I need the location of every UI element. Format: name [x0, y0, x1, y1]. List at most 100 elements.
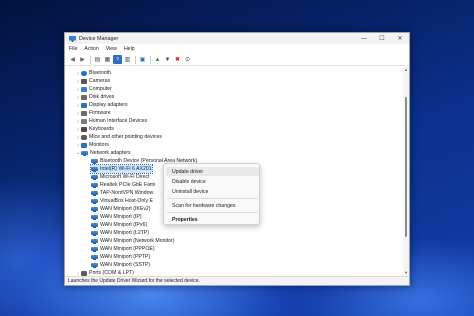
properties-icon[interactable]: ▦	[103, 55, 112, 64]
menu-help[interactable]: Help	[124, 46, 135, 52]
tree-view-icon[interactable]: ▤	[93, 55, 102, 64]
keyboard-icon	[81, 126, 87, 132]
device-label: WAN Miniport (IPv6)	[100, 222, 148, 228]
network-adapter-item[interactable]: WAN Miniport (Network Monitor)	[91, 237, 174, 245]
toolbar-separator	[90, 55, 91, 64]
network-adapter-item[interactable]: VirtualBox Host-Only E	[91, 197, 153, 205]
device-label: Realtek PCIe GbE Fami	[100, 182, 156, 188]
minimize-button[interactable]: —	[355, 33, 373, 44]
scan-hardware-icon[interactable]: ⊙	[183, 55, 192, 64]
network-adapter-icon	[91, 174, 98, 180]
context-scan-hardware[interactable]: Scan for hardware changes	[166, 201, 259, 210]
tree-category-label: Display adapters	[89, 102, 128, 108]
tree-category-cameras[interactable]: › Cameras	[75, 77, 110, 85]
device-label: WAN Miniport (PPTP)	[100, 254, 151, 260]
device-manager-app-icon	[69, 35, 76, 42]
monitor-scan-icon[interactable]: ▣	[138, 55, 147, 64]
scroll-up-arrow-icon[interactable]: ▲	[403, 67, 409, 73]
tree-category-label: Disk drives	[89, 94, 115, 100]
toolbar: ◀ ▶ ▤ ▦ ? ▥ ▣ ▲ ▼ ✖ ⊙	[65, 54, 409, 66]
forward-arrow-icon[interactable]: ▶	[78, 55, 87, 64]
device-label: WAN Miniport (IP)	[100, 214, 142, 220]
network-adapter-item[interactable]: Realtek PCIe GbE Fami	[91, 181, 155, 189]
network-adapter-icon	[91, 262, 98, 268]
disable-device-icon[interactable]: ▼	[163, 55, 172, 64]
network-adapter-item[interactable]: Microsoft Wi-Fi Direct	[91, 173, 150, 181]
tree-category-computer[interactable]: › Computer	[75, 85, 112, 93]
network-adapter-item[interactable]: TAP-NordVPN Window	[91, 189, 153, 197]
toolbar-separator	[135, 55, 136, 64]
monitor-icon	[81, 142, 87, 148]
device-label: TAP-NordVPN Window	[100, 190, 154, 196]
device-manager-window: Device Manager — ☐ ✕ File Action View He…	[64, 32, 410, 286]
vertical-scrollbar[interactable]: ▲ ▼	[403, 67, 409, 276]
tree-category-disk-drives[interactable]: › Disk drives	[75, 93, 114, 101]
tree-category-monitors[interactable]: › Monitors	[75, 141, 109, 149]
device-view-icon[interactable]: ▥	[123, 55, 132, 64]
status-text: Launches the Update Driver Wizard for th…	[68, 278, 201, 284]
window-title: Device Manager	[79, 35, 119, 42]
tree-category-label: Keyboards	[89, 126, 114, 132]
network-adapter-icon	[91, 246, 98, 252]
network-adapter-icon	[91, 190, 98, 196]
network-adapter-icon	[91, 206, 98, 212]
network-adapter-item[interactable]: WAN Miniport (IPv6)	[91, 221, 147, 229]
network-adapter-item[interactable]: WAN Miniport (PPTP)	[91, 253, 150, 261]
network-adapter-item-selected[interactable]: Intel(R) Wi-Fi 6 AX201	[90, 164, 153, 174]
tree-category-mice[interactable]: › Mice and other pointing devices	[75, 133, 162, 141]
device-label: VirtualBox Host-Only E	[100, 198, 153, 204]
close-button[interactable]: ✕	[391, 33, 409, 44]
back-arrow-icon[interactable]: ◀	[68, 55, 77, 64]
network-adapter-icon	[91, 198, 98, 204]
tree-category-network-adapters[interactable]: ⌄ Network adapters	[75, 149, 131, 157]
tree-category-firmware[interactable]: › Firmware	[75, 109, 111, 117]
tree-category-hid[interactable]: › Human Interface Devices	[75, 117, 147, 125]
tree-category-label: Computer	[89, 86, 112, 92]
network-adapter-item[interactable]: WAN Miniport (PPPOE)	[91, 245, 155, 253]
help-icon[interactable]: ?	[113, 55, 122, 64]
device-label: WAN Miniport (IKEv2)	[100, 206, 151, 212]
tree-category-bluetooth[interactable]: › Bluetooth	[75, 69, 111, 77]
network-adapter-item[interactable]: WAN Miniport (L2TP)	[91, 229, 149, 237]
device-label: WAN Miniport (L2TP)	[100, 230, 150, 236]
context-properties[interactable]: Properties	[166, 215, 259, 224]
network-adapter-icon	[91, 166, 98, 172]
context-uninstall-device[interactable]: Uninstall device	[166, 187, 259, 196]
device-label: Microsoft Wi-Fi Direct	[100, 174, 150, 180]
maximize-button[interactable]: ☐	[373, 33, 391, 44]
menu-view[interactable]: View	[106, 46, 117, 52]
device-label: WAN Miniport (Network Monitor)	[100, 238, 175, 244]
network-adapter-item[interactable]: WAN Miniport (SSTP)	[91, 261, 150, 269]
tree-category-label: Bluetooth	[89, 70, 111, 76]
network-adapter-item[interactable]: WAN Miniport (IP)	[91, 213, 142, 221]
device-label: WAN Miniport (SSTP)	[100, 262, 151, 268]
status-bar: Launches the Update Driver Wizard for th…	[65, 276, 409, 285]
disk-drive-icon	[81, 94, 87, 100]
device-label: Intel(R) Wi-Fi 6 AX201	[100, 166, 152, 172]
network-adapter-icon	[91, 238, 98, 244]
tree-category-display-adapters[interactable]: › Display adapters	[75, 101, 128, 109]
network-adapter-icon	[91, 254, 98, 260]
network-adapter-icon	[91, 214, 98, 220]
update-driver-icon[interactable]: ▲	[153, 55, 162, 64]
tree-category-label: Cameras	[89, 78, 111, 84]
hid-icon	[81, 118, 87, 124]
camera-icon	[81, 78, 87, 84]
mouse-icon	[81, 134, 87, 140]
network-adapter-item[interactable]: WAN Miniport (IKEv2)	[91, 205, 151, 213]
tree-category-label: Mice and other pointing devices	[89, 134, 162, 140]
port-icon	[81, 270, 87, 276]
tree-category-label: Monitors	[89, 142, 109, 148]
tree-category-keyboards[interactable]: › Keyboards	[75, 125, 114, 133]
context-update-driver[interactable]: Update driver	[166, 167, 259, 176]
computer-icon	[81, 86, 87, 92]
menu-file[interactable]: File	[69, 46, 77, 52]
uninstall-device-icon[interactable]: ✖	[173, 55, 182, 64]
tree-category-label: Firmware	[89, 110, 111, 116]
menu-bar: File Action View Help	[65, 44, 409, 53]
context-disable-device[interactable]: Disable device	[166, 177, 259, 186]
scrollbar-thumb[interactable]	[405, 97, 407, 237]
firmware-icon	[81, 110, 87, 116]
menu-action[interactable]: Action	[84, 46, 98, 52]
tree-category-ports[interactable]: › Ports (COM & LPT)	[75, 269, 134, 276]
